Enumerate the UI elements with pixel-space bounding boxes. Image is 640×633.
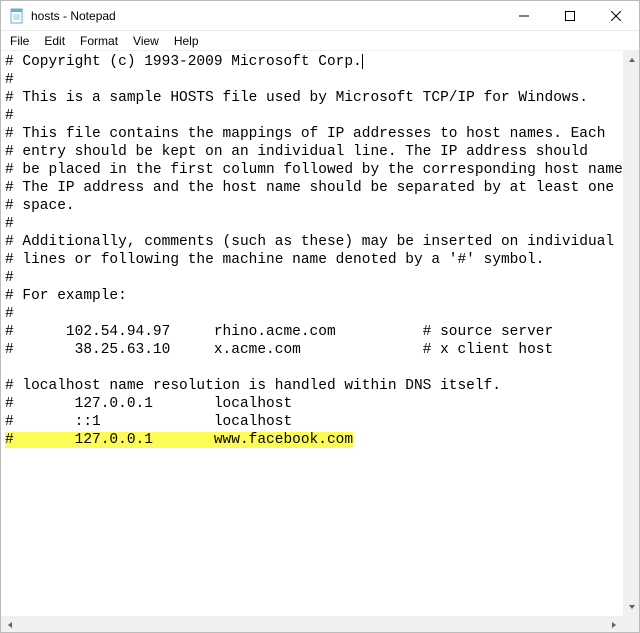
text-line: # 102.54.94.97 rhino.acme.com # source s… (5, 324, 553, 340)
scroll-up-button[interactable] (623, 51, 639, 68)
minimize-button[interactable] (501, 1, 547, 31)
menu-edit[interactable]: Edit (37, 33, 73, 49)
maximize-button[interactable] (547, 1, 593, 31)
editor-area: # Copyright (c) 1993-2009 Microsoft Corp… (1, 51, 639, 632)
scroll-down-button[interactable] (623, 598, 639, 615)
text-line: # Copyright (c) 1993-2009 Microsoft Corp… (5, 54, 362, 70)
text-line: # 38.25.63.10 x.acme.com # x client host (5, 342, 553, 358)
text-line: # entry should be kept on an individual … (5, 144, 588, 160)
menu-view[interactable]: View (126, 33, 167, 49)
text-line: # (5, 306, 14, 322)
text-line: # (5, 108, 14, 124)
text-line: # Additionally, comments (such as these)… (5, 234, 614, 250)
highlighted-line: # 127.0.0.1 www.facebook.com (5, 432, 353, 448)
vertical-scrollbar[interactable] (622, 51, 639, 615)
text-line: # This is a sample HOSTS file used by Mi… (5, 90, 588, 106)
window-title: hosts - Notepad (31, 9, 116, 23)
text-line: # (5, 270, 14, 286)
text-caret (362, 54, 363, 69)
text-line: # (5, 72, 14, 88)
horizontal-scrollbar[interactable] (1, 615, 622, 632)
menu-file[interactable]: File (3, 33, 37, 49)
close-button[interactable] (593, 1, 639, 31)
scroll-right-button[interactable] (605, 616, 622, 632)
scroll-left-button[interactable] (1, 616, 18, 632)
menu-bar: File Edit Format View Help (1, 31, 639, 51)
notepad-icon (9, 8, 25, 24)
text-line: # be placed in the first column followed… (5, 162, 632, 178)
text-line: # (5, 216, 14, 232)
text-line: # For example: (5, 288, 127, 304)
menu-help[interactable]: Help (167, 33, 207, 49)
text-line: # localhost name resolution is handled w… (5, 378, 501, 394)
text-line: # lines or following the machine name de… (5, 252, 545, 268)
text-line: # space. (5, 198, 75, 214)
horizontal-scroll-track[interactable] (18, 616, 605, 632)
text-editor[interactable]: # Copyright (c) 1993-2009 Microsoft Corp… (1, 51, 639, 632)
menu-format[interactable]: Format (73, 33, 126, 49)
text-line: # ::1 localhost (5, 414, 292, 430)
text-line: # The IP address and the host name shoul… (5, 180, 614, 196)
vertical-scroll-track[interactable] (623, 68, 639, 598)
text-line: # 127.0.0.1 localhost (5, 396, 292, 412)
text-line: # This file contains the mappings of IP … (5, 126, 605, 142)
scrollbar-corner (622, 615, 639, 632)
title-bar[interactable]: hosts - Notepad (1, 1, 639, 31)
